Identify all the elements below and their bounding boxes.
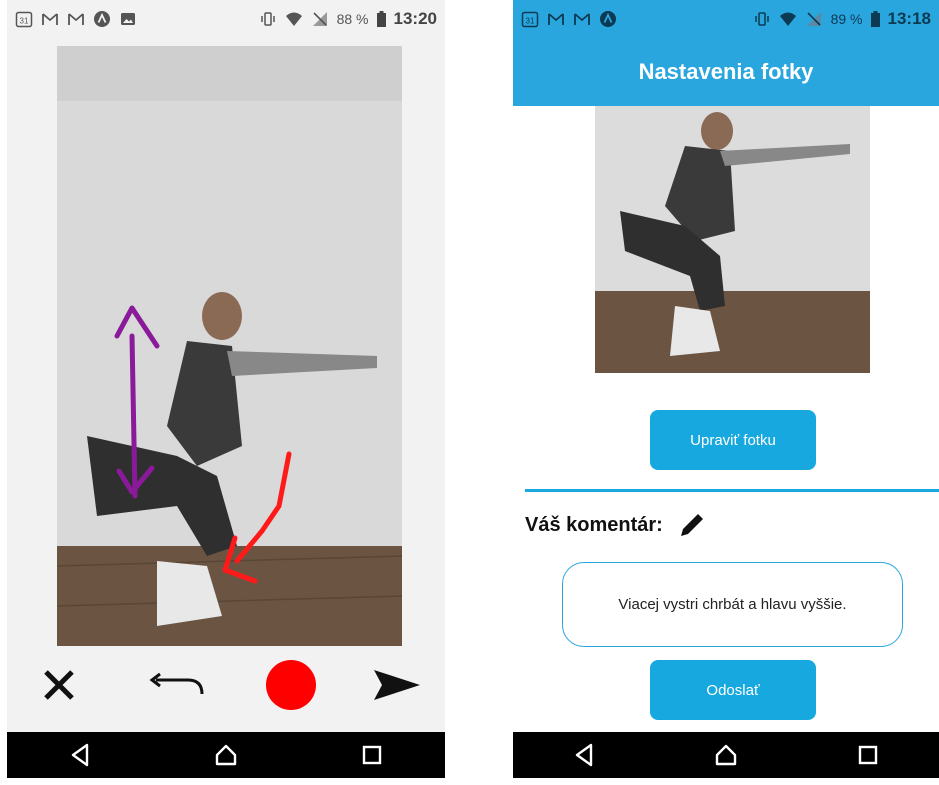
battery-icon	[870, 11, 880, 27]
system-icons: 88 % 13:20	[259, 9, 437, 29]
home-icon	[215, 744, 237, 766]
recents-button[interactable]	[846, 733, 890, 777]
divider	[525, 489, 939, 492]
battery-icon	[376, 11, 386, 27]
annotated-photo[interactable]	[57, 46, 402, 646]
back-icon	[71, 743, 89, 767]
editor-toolbar	[7, 650, 445, 720]
edit-photo-button[interactable]: Upraviť fotku	[650, 410, 816, 470]
page-title: Nastavenia fotky	[638, 59, 814, 84]
photo-preview	[595, 106, 870, 373]
color-picker-button[interactable]	[261, 655, 321, 715]
gmail-icon	[574, 13, 590, 25]
undo-button[interactable]	[147, 655, 207, 715]
close-button[interactable]	[29, 655, 89, 715]
gmail-icon	[548, 13, 564, 25]
navigation-bar	[513, 732, 939, 778]
navigation-bar	[7, 732, 445, 778]
clock: 13:20	[393, 9, 437, 28]
recents-icon	[362, 745, 382, 765]
image-icon	[121, 13, 135, 25]
gmail-icon	[68, 13, 84, 25]
battery-percent: 89 %	[830, 11, 863, 27]
wifi-icon	[779, 12, 796, 26]
vibrate-icon	[260, 12, 275, 26]
home-icon	[715, 744, 737, 766]
no-signal-icon	[312, 12, 327, 26]
calendar-day: 31	[526, 17, 535, 26]
comment-text[interactable]: Viacej vystri chrbát a hlavu vyššie.	[562, 562, 903, 647]
purple-arrow-line	[129, 333, 138, 499]
calendar-icon: 31	[15, 11, 33, 28]
home-button[interactable]	[204, 733, 248, 777]
send-button[interactable]	[367, 655, 427, 715]
status-bar: 31 88 % 13:20	[7, 0, 445, 38]
photo-settings-screen: 31 89 % 13:18 Nastavenia fotky Upraviť f…	[513, 0, 939, 778]
undo-icon	[149, 672, 204, 695]
red-color-dot-icon	[266, 660, 316, 710]
close-icon	[44, 670, 74, 700]
battery-percent: 88 %	[336, 11, 369, 27]
send-button[interactable]: Odoslať	[650, 660, 816, 720]
comment-label: Váš komentár:	[525, 513, 663, 536]
no-signal-icon	[806, 12, 821, 26]
recents-icon	[858, 745, 878, 765]
gmail-icon	[42, 13, 58, 25]
pencil-icon[interactable]	[677, 510, 707, 540]
vibrate-icon	[754, 12, 769, 26]
app-icon	[94, 11, 110, 27]
person-head	[202, 292, 242, 340]
back-button[interactable]	[562, 733, 606, 777]
system-icons: 89 % 13:18	[753, 9, 931, 29]
status-bar: 31 89 % 13:18	[513, 0, 939, 38]
calendar-day: 31	[20, 17, 29, 26]
app-bar: Nastavenia fotky	[513, 38, 939, 106]
wifi-icon	[285, 12, 302, 26]
comment-header: Váš komentár:	[525, 510, 707, 540]
clock: 13:18	[887, 9, 931, 28]
app-icon	[600, 11, 616, 27]
notification-icons: 31	[15, 10, 137, 28]
back-button[interactable]	[58, 733, 102, 777]
notification-icons: 31	[521, 10, 617, 28]
home-button[interactable]	[704, 733, 748, 777]
back-icon	[575, 743, 593, 767]
photo-editor-screen: 31 88 % 13:20	[7, 0, 445, 778]
calendar-icon: 31	[521, 11, 539, 28]
person-head	[701, 112, 733, 150]
send-icon	[374, 670, 420, 700]
recents-button[interactable]	[350, 733, 394, 777]
